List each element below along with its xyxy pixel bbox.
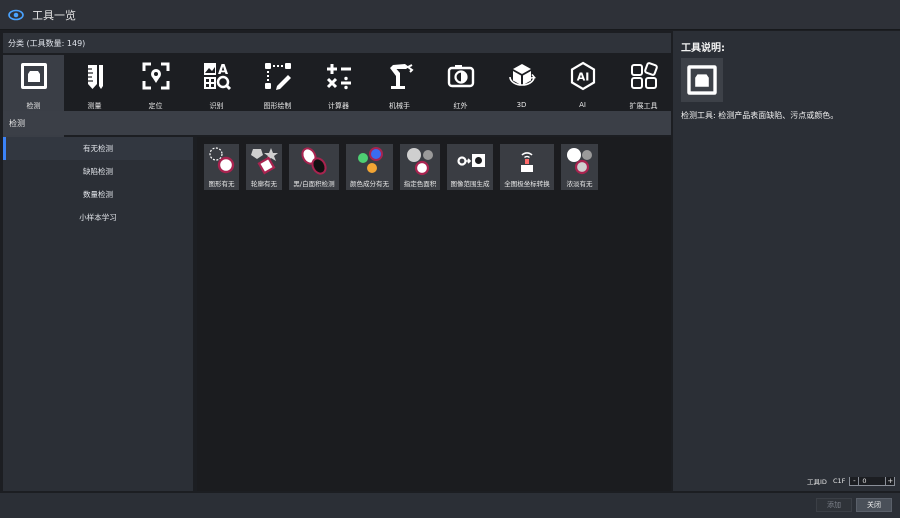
tool-label: 全图极坐标转换 [504,180,550,188]
tool-label: 颜色成分有无 [350,180,389,188]
left-pane: 分类 (工具数量: 149) 检测 测量 定位 A 识别 图形绘制 计算器 机械… [3,33,671,491]
category-label: 识别 [209,102,224,110]
category-label: 测量 [87,102,102,110]
svg-text:AI: AI [576,71,589,84]
category-label: 定位 [148,102,163,110]
description-pane: 工具说明: 检测工具: 检测产品表面缺陷、污点或颜色。 工具ID C1F - 0… [673,31,900,491]
tool-label: 黑/白面积检测 [293,180,335,188]
ai-icon: AI [570,61,595,91]
subcategory-presence[interactable]: 有无检测 [3,137,193,160]
category-label: 机械手 [389,102,410,110]
inspect-icon [20,63,47,89]
subcategory-label: 有无检测 [83,144,113,153]
tool-specified-color-area[interactable]: 指定色面积 [400,144,440,190]
tool-label: 图像范围生成 [450,180,490,188]
shape-presence-icon [208,147,234,174]
tool-shape-presence[interactable]: 图形有无 [204,144,239,190]
tool-color-component[interactable]: 颜色成分有无 [346,144,393,190]
subcategory-defect[interactable]: 缺陷检测 [3,160,193,183]
color-component-icon [357,147,383,173]
3d-icon [508,64,536,86]
tool-label: 指定色面积 [403,180,437,188]
app-logo-icon [8,9,24,20]
robot-arm-icon [389,64,414,89]
tool-id-input[interactable]: 0 [858,477,887,485]
category-label: AI [579,101,586,109]
tool-label: 轮廓有无 [251,180,277,188]
increment-button[interactable]: + [886,477,895,485]
section-title: 检测 [9,118,25,128]
tool-id-label: 工具ID [807,478,827,486]
infrared-icon [447,65,474,88]
window-title: 工具一览 [32,8,76,22]
specified-color-area-icon [407,148,433,176]
category-count-label: 分类 (工具数量: 149) [8,38,86,48]
shade-presence-icon [566,148,592,175]
inspect-icon [687,65,717,95]
subcategory-label: 数量检测 [83,190,113,199]
subcategory-few-shot[interactable]: 小样本学习 [3,206,193,229]
subcategory-count[interactable]: 数量检测 [3,183,193,206]
category-label: 计算器 [328,102,349,110]
extension-icon [630,62,658,89]
tool-label: 图形有无 [208,180,235,188]
tool-grid: 图形有无 轮廓有无 黑/白面积检测 颜色成分有无 指定色面积 图像范围生成 全图… [197,137,671,491]
category-label: 红外 [453,102,468,110]
tool-shade-presence[interactable]: 浓淡有无 [561,144,598,190]
description-title: 工具说明: [681,43,725,54]
description-text: 检测工具: 检测产品表面缺陷、污点或颜色。 [681,111,839,120]
category-label: 检测 [26,102,41,110]
category-label: 扩展工具 [629,102,658,110]
tool-label: 浓淡有无 [566,180,593,188]
tool-contour-presence[interactable]: 轮廓有无 [246,144,282,190]
subcategory-label: 小样本学习 [79,213,117,222]
subcategory-list: 有无检测 缺陷检测 数量检测 小样本学习 [3,137,193,491]
tool-id-prefix: C1F [832,477,846,485]
tool-bw-area[interactable]: 黑/白面积检测 [289,144,339,190]
add-button[interactable]: 添加 [816,498,852,512]
section-header: 检测 [3,111,671,135]
contour-presence-icon [251,148,278,175]
category-label: 3D [516,101,527,109]
footer-bar: 添加 关闭 [0,493,900,518]
subcategory-label: 缺陷检测 [83,167,113,176]
tool-id-stepper: - 0 + [849,476,896,486]
tool-id-row: 工具ID C1F - 0 + [807,476,896,486]
ruler-icon [87,65,103,89]
close-button[interactable]: 关闭 [856,498,892,512]
category-count-bar: 分类 (工具数量: 149) [3,33,671,53]
tool-image-range[interactable]: 图像范围生成 [447,144,493,190]
title-bar: 工具一览 [0,0,900,30]
calculator-icon [326,64,351,90]
selected-tool-preview [681,58,723,102]
decrement-button[interactable]: - [850,477,859,485]
recognize-icon: A [203,63,231,91]
locate-icon [142,62,169,90]
bw-area-icon [301,147,327,175]
category-label: 图形绘制 [263,102,292,110]
image-range-icon [457,154,485,167]
tool-polar-transform[interactable]: 全图极坐标转换 [500,144,554,190]
draw-icon [264,63,291,90]
polar-transform-icon [521,152,533,172]
